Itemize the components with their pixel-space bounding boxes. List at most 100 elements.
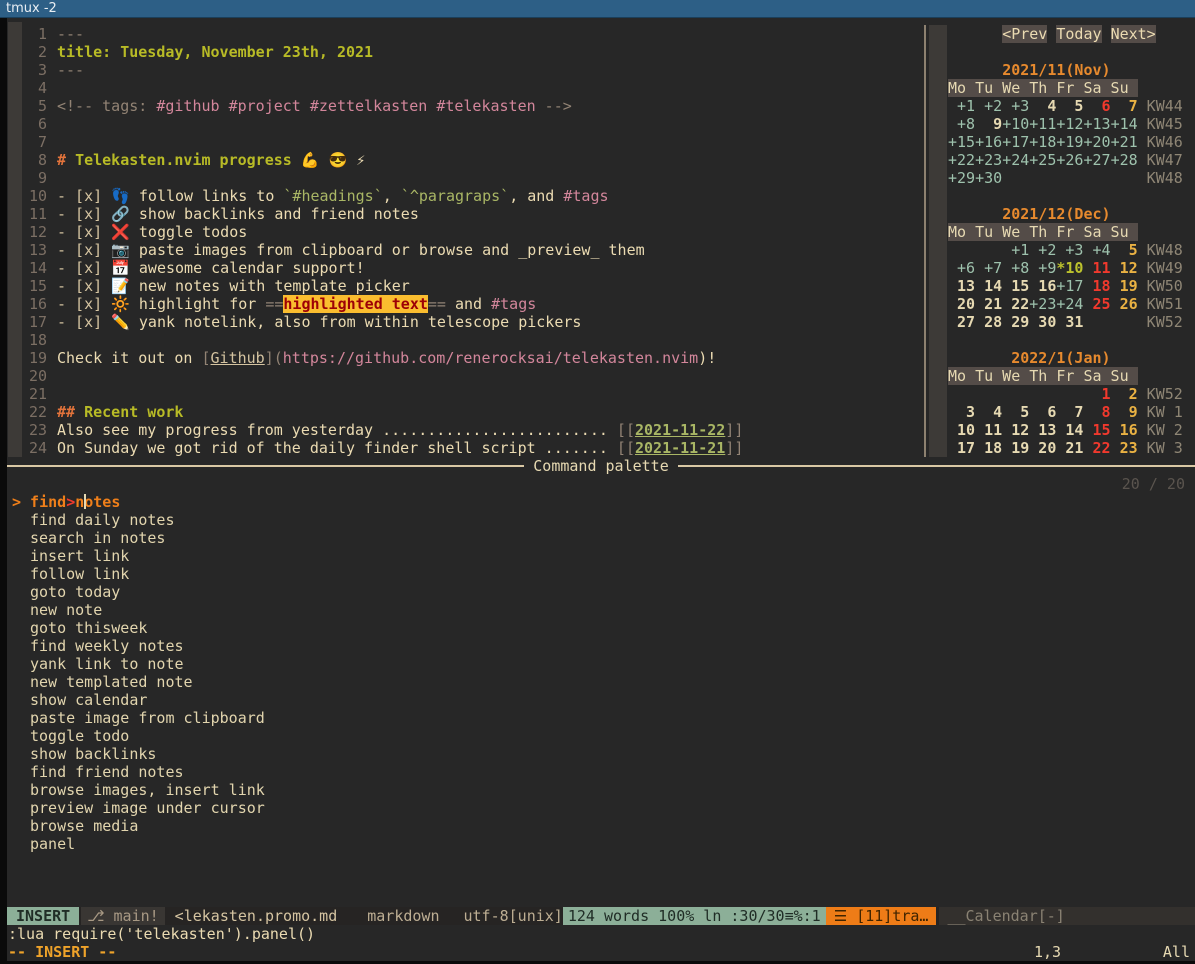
seg-sun[interactable]: 19: [1111, 277, 1138, 295]
seg-teal[interactable]: +26: [1056, 151, 1083, 169]
seg-day[interactable]: 12: [1002, 421, 1029, 439]
seg-teal[interactable]: +16: [975, 133, 1002, 151]
palette-item[interactable]: find daily notes: [7, 511, 1195, 529]
palette-item[interactable]: browse media: [7, 817, 1195, 835]
seg-teal[interactable]: +2: [1029, 241, 1056, 259]
seg-teal[interactable]: +11: [1029, 115, 1056, 133]
seg-day[interactable]: 4: [975, 403, 1002, 421]
editor-line[interactable]: 21: [7, 385, 917, 403]
editor-line[interactable]: 15- [x] 📝 new notes with template picker: [7, 277, 917, 295]
seg-day[interactable]: 28: [975, 313, 1002, 331]
seg-day[interactable]: 13: [948, 277, 975, 295]
seg-day[interactable]: 30: [1029, 313, 1056, 331]
editor-line[interactable]: 18: [7, 331, 917, 349]
seg-day[interactable]: 16: [1029, 277, 1056, 295]
seg-teal[interactable]: +17: [1002, 133, 1029, 151]
palette-item[interactable]: find weekly notes: [7, 637, 1195, 655]
window-separator[interactable]: [924, 25, 926, 457]
palette-item[interactable]: yank link to note: [7, 655, 1195, 673]
seg-teal[interactable]: +3: [1056, 241, 1083, 259]
seg-teal[interactable]: +12: [1056, 115, 1083, 133]
seg-day[interactable]: 11: [975, 421, 1002, 439]
seg-day[interactable]: 22: [1002, 295, 1029, 313]
seg-sat[interactable]: 8: [1083, 403, 1110, 421]
seg-day[interactable]: 20: [1029, 439, 1056, 457]
seg-teal[interactable]: +27: [1083, 151, 1110, 169]
seg-sun[interactable]: 5: [1111, 241, 1138, 259]
seg-day[interactable]: 5: [1002, 403, 1029, 421]
editor-line[interactable]: 20: [7, 367, 917, 385]
seg-teal[interactable]: +30: [975, 169, 1002, 187]
seg-day[interactable]: 18: [975, 439, 1002, 457]
palette-item[interactable]: show backlinks: [7, 745, 1195, 763]
palette-item[interactable]: preview image under cursor: [7, 799, 1195, 817]
editor-line[interactable]: 10- [x] 👣 follow links to `#headings`, `…: [7, 187, 917, 205]
seg-day[interactable]: 20: [948, 295, 975, 313]
seg-sat[interactable]: 18: [1083, 277, 1110, 295]
editor-line[interactable]: 22## Recent work: [7, 403, 917, 421]
seg-teal[interactable]: +28: [1111, 151, 1138, 169]
seg-sat[interactable]: 25: [1083, 295, 1110, 313]
window-titlebar[interactable]: tmux -2: [0, 0, 1195, 18]
editor-line[interactable]: 8# Telekasten.nvim progress 💪 😎 ⚡: [7, 151, 917, 169]
seg-day[interactable]: 4: [1029, 97, 1056, 115]
seg-btn[interactable]: Today: [1056, 25, 1101, 43]
palette-item[interactable]: goto today: [7, 583, 1195, 601]
editor-line[interactable]: 19Check it out on [Github](https://githu…: [7, 349, 917, 367]
seg-teal[interactable]: +17: [1056, 277, 1083, 295]
seg-day[interactable]: 31: [1056, 313, 1083, 331]
inactive-window-status[interactable]: __Calendar[-]: [939, 907, 1195, 925]
palette-item[interactable]: show calendar: [7, 691, 1195, 709]
seg-btn[interactable]: Next>: [1111, 25, 1156, 43]
seg-teal[interactable]: +22: [948, 151, 975, 169]
seg-teal[interactable]: +6: [948, 259, 975, 277]
palette-item[interactable]: goto thisweek: [7, 619, 1195, 637]
editor-line[interactable]: 2title: Tuesday, November 23th, 2021: [7, 43, 917, 61]
palette-item[interactable]: follow link: [7, 565, 1195, 583]
palette-prompt[interactable]: > 20 / 20: [7, 475, 1195, 493]
seg-day[interactable]: 27: [948, 313, 975, 331]
palette-item[interactable]: toggle todo: [7, 727, 1195, 745]
editor-line[interactable]: 11- [x] 🔗 show backlinks and friend note…: [7, 205, 917, 223]
seg-teal[interactable]: +4: [1083, 241, 1110, 259]
editor-line[interactable]: 6: [7, 115, 917, 133]
palette-item[interactable]: panel: [7, 835, 1195, 853]
editor-pane[interactable]: 1---2title: Tuesday, November 23th, 2021…: [7, 25, 917, 457]
calendar-scrollbar[interactable]: [929, 25, 947, 457]
seg-day[interactable]: 17: [948, 439, 975, 457]
seg-sat[interactable]: 6: [1083, 97, 1110, 115]
seg-sun[interactable]: 23: [1111, 439, 1138, 457]
editor-line[interactable]: 1---: [7, 25, 917, 43]
palette-item[interactable]: find friend notes: [7, 763, 1195, 781]
seg-teal[interactable]: +23: [975, 151, 1002, 169]
palette-item[interactable]: insert link: [7, 547, 1195, 565]
seg-day[interactable]: 21: [1056, 439, 1083, 457]
editor-line[interactable]: 12- [x] ❌ toggle todos: [7, 223, 917, 241]
editor-line[interactable]: 14- [x] 📅 awesome calendar support!: [7, 259, 917, 277]
seg-teal[interactable]: +29: [948, 169, 975, 187]
editor-line[interactable]: 24On Sunday we got rid of the daily find…: [7, 439, 917, 457]
editor-line[interactable]: 13- [x] 📷 paste images from clipboard or…: [7, 241, 917, 259]
seg-day[interactable]: 5: [1056, 97, 1083, 115]
palette-item[interactable]: browse images, insert link: [7, 781, 1195, 799]
editor-line[interactable]: 4: [7, 79, 917, 97]
seg-day[interactable]: 3: [948, 403, 975, 421]
seg-teal[interactable]: +8: [948, 115, 975, 133]
seg-teal[interactable]: +18: [1029, 133, 1056, 151]
seg-teal[interactable]: +3: [1002, 97, 1029, 115]
editor-line[interactable]: 3---: [7, 61, 917, 79]
seg-sun[interactable]: 2: [1111, 385, 1138, 403]
seg-sun[interactable]: 7: [1111, 97, 1138, 115]
seg-sat[interactable]: 22: [1083, 439, 1110, 457]
editor-line[interactable]: 23Also see my progress from yesterday ..…: [7, 421, 917, 439]
seg-sun[interactable]: 26: [1111, 295, 1138, 313]
editor-line[interactable]: 7: [7, 133, 917, 151]
seg-teal[interactable]: +2: [975, 97, 1002, 115]
seg-teal[interactable]: +23: [1029, 295, 1056, 313]
seg-sat[interactable]: 1: [1083, 385, 1110, 403]
palette-item[interactable]: search in notes: [7, 529, 1195, 547]
seg-teal[interactable]: +7: [975, 259, 1002, 277]
seg-sat[interactable]: 11: [1083, 259, 1110, 277]
seg-teal[interactable]: +20: [1083, 133, 1110, 151]
seg-day[interactable]: 10: [948, 421, 975, 439]
